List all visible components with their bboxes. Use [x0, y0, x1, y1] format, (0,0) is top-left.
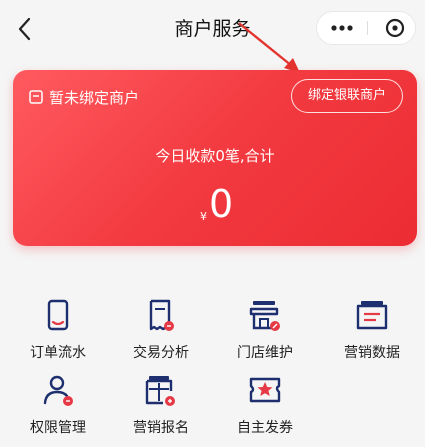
marketing-signup-icon — [145, 376, 175, 406]
today-summary: 今日收款0笔,合计 — [155, 147, 275, 165]
coupon-issue-icon — [249, 377, 281, 403]
service-label: 交易分析 — [133, 345, 189, 361]
more-dots-icon — [331, 25, 353, 31]
service-label: 营销报名 — [133, 420, 189, 436]
merchant-card: 暂未绑定商户 绑定银联商户 今日收款0笔,合计 ¥ 0 — [13, 70, 417, 246]
permission-management-icon — [43, 375, 73, 406]
close-button[interactable] — [367, 12, 415, 44]
unbound-merchant-text: 暂未绑定商户 — [49, 89, 140, 107]
mini-program-capsule — [316, 11, 416, 45]
service-marketing-signup[interactable]: 营销报名 — [116, 373, 206, 445]
service-label: 权限管理 — [30, 420, 86, 436]
service-store-maintenance[interactable]: 门店维护 — [220, 298, 310, 370]
marketing-data-icon — [356, 301, 388, 330]
nav-bar: 商户服务 — [0, 0, 425, 58]
service-label: 营销数据 — [344, 345, 400, 361]
service-permission-management[interactable]: 权限管理 — [13, 373, 103, 445]
store-maintenance-icon — [249, 301, 280, 331]
circle-close-icon — [385, 18, 405, 38]
service-coupon-issue[interactable]: 自主发券 — [220, 373, 310, 445]
more-button[interactable] — [317, 12, 367, 44]
service-label: 自主发券 — [237, 420, 293, 436]
service-transaction-analysis[interactable]: 交易分析 — [116, 298, 206, 370]
transaction-analysis-icon — [149, 299, 174, 331]
bind-merchant-button[interactable]: 绑定银联商户 — [291, 79, 403, 113]
merchant-icon — [29, 90, 43, 104]
service-label: 订单流水 — [30, 345, 86, 361]
today-amount: 0 — [209, 182, 234, 226]
service-marketing-data[interactable]: 营销数据 — [327, 298, 417, 370]
currency-symbol: ¥ — [200, 210, 207, 223]
service-label: 门店维护 — [237, 345, 293, 361]
order-list-icon — [47, 299, 69, 331]
service-order-list[interactable]: 订单流水 — [13, 298, 103, 370]
